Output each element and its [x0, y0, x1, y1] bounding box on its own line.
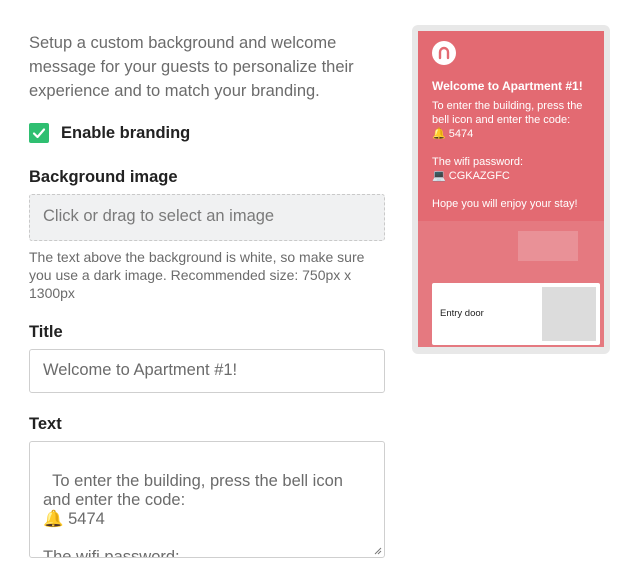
- preview-text: To enter the building, press the bell ic…: [432, 100, 583, 210]
- enable-branding-checkbox[interactable]: [29, 123, 49, 143]
- brand-logo-icon: [432, 41, 456, 65]
- text-label: Text: [29, 415, 62, 433]
- preview-card-image: [542, 287, 596, 341]
- preview-title: Welcome to Apartment #1!: [432, 79, 583, 93]
- text-textarea-value: To enter the building, press the bell ic…: [43, 472, 343, 558]
- title-input[interactable]: Welcome to Apartment #1!: [29, 349, 385, 393]
- background-image-hint: The text above the background is white, …: [29, 249, 365, 301]
- text-textarea[interactable]: To enter the building, press the bell ic…: [29, 441, 385, 558]
- background-image-label: Background image: [29, 168, 178, 186]
- checkmark-icon: [32, 128, 46, 139]
- intro-text: Setup a custom background and welcome me…: [29, 34, 354, 100]
- preview-card-label: Entry door: [440, 308, 484, 319]
- enable-branding-row[interactable]: Enable branding: [29, 123, 190, 143]
- dropzone-text: Click or drag to select an image: [43, 207, 275, 225]
- title-label: Title: [29, 323, 63, 341]
- enable-branding-label: Enable branding: [61, 123, 191, 142]
- title-input-value: Welcome to Apartment #1!: [43, 361, 238, 379]
- preview-frame: Welcome to Apartment #1! To enter the bu…: [412, 25, 610, 354]
- resize-handle-icon[interactable]: [374, 547, 382, 555]
- background-image-dropzone[interactable]: Click or drag to select an image: [29, 194, 385, 241]
- preview-bg-lamp: [518, 231, 578, 261]
- branding-preview: Welcome to Apartment #1! To enter the bu…: [418, 31, 604, 347]
- preview-entry-door-card: Entry door: [432, 283, 600, 345]
